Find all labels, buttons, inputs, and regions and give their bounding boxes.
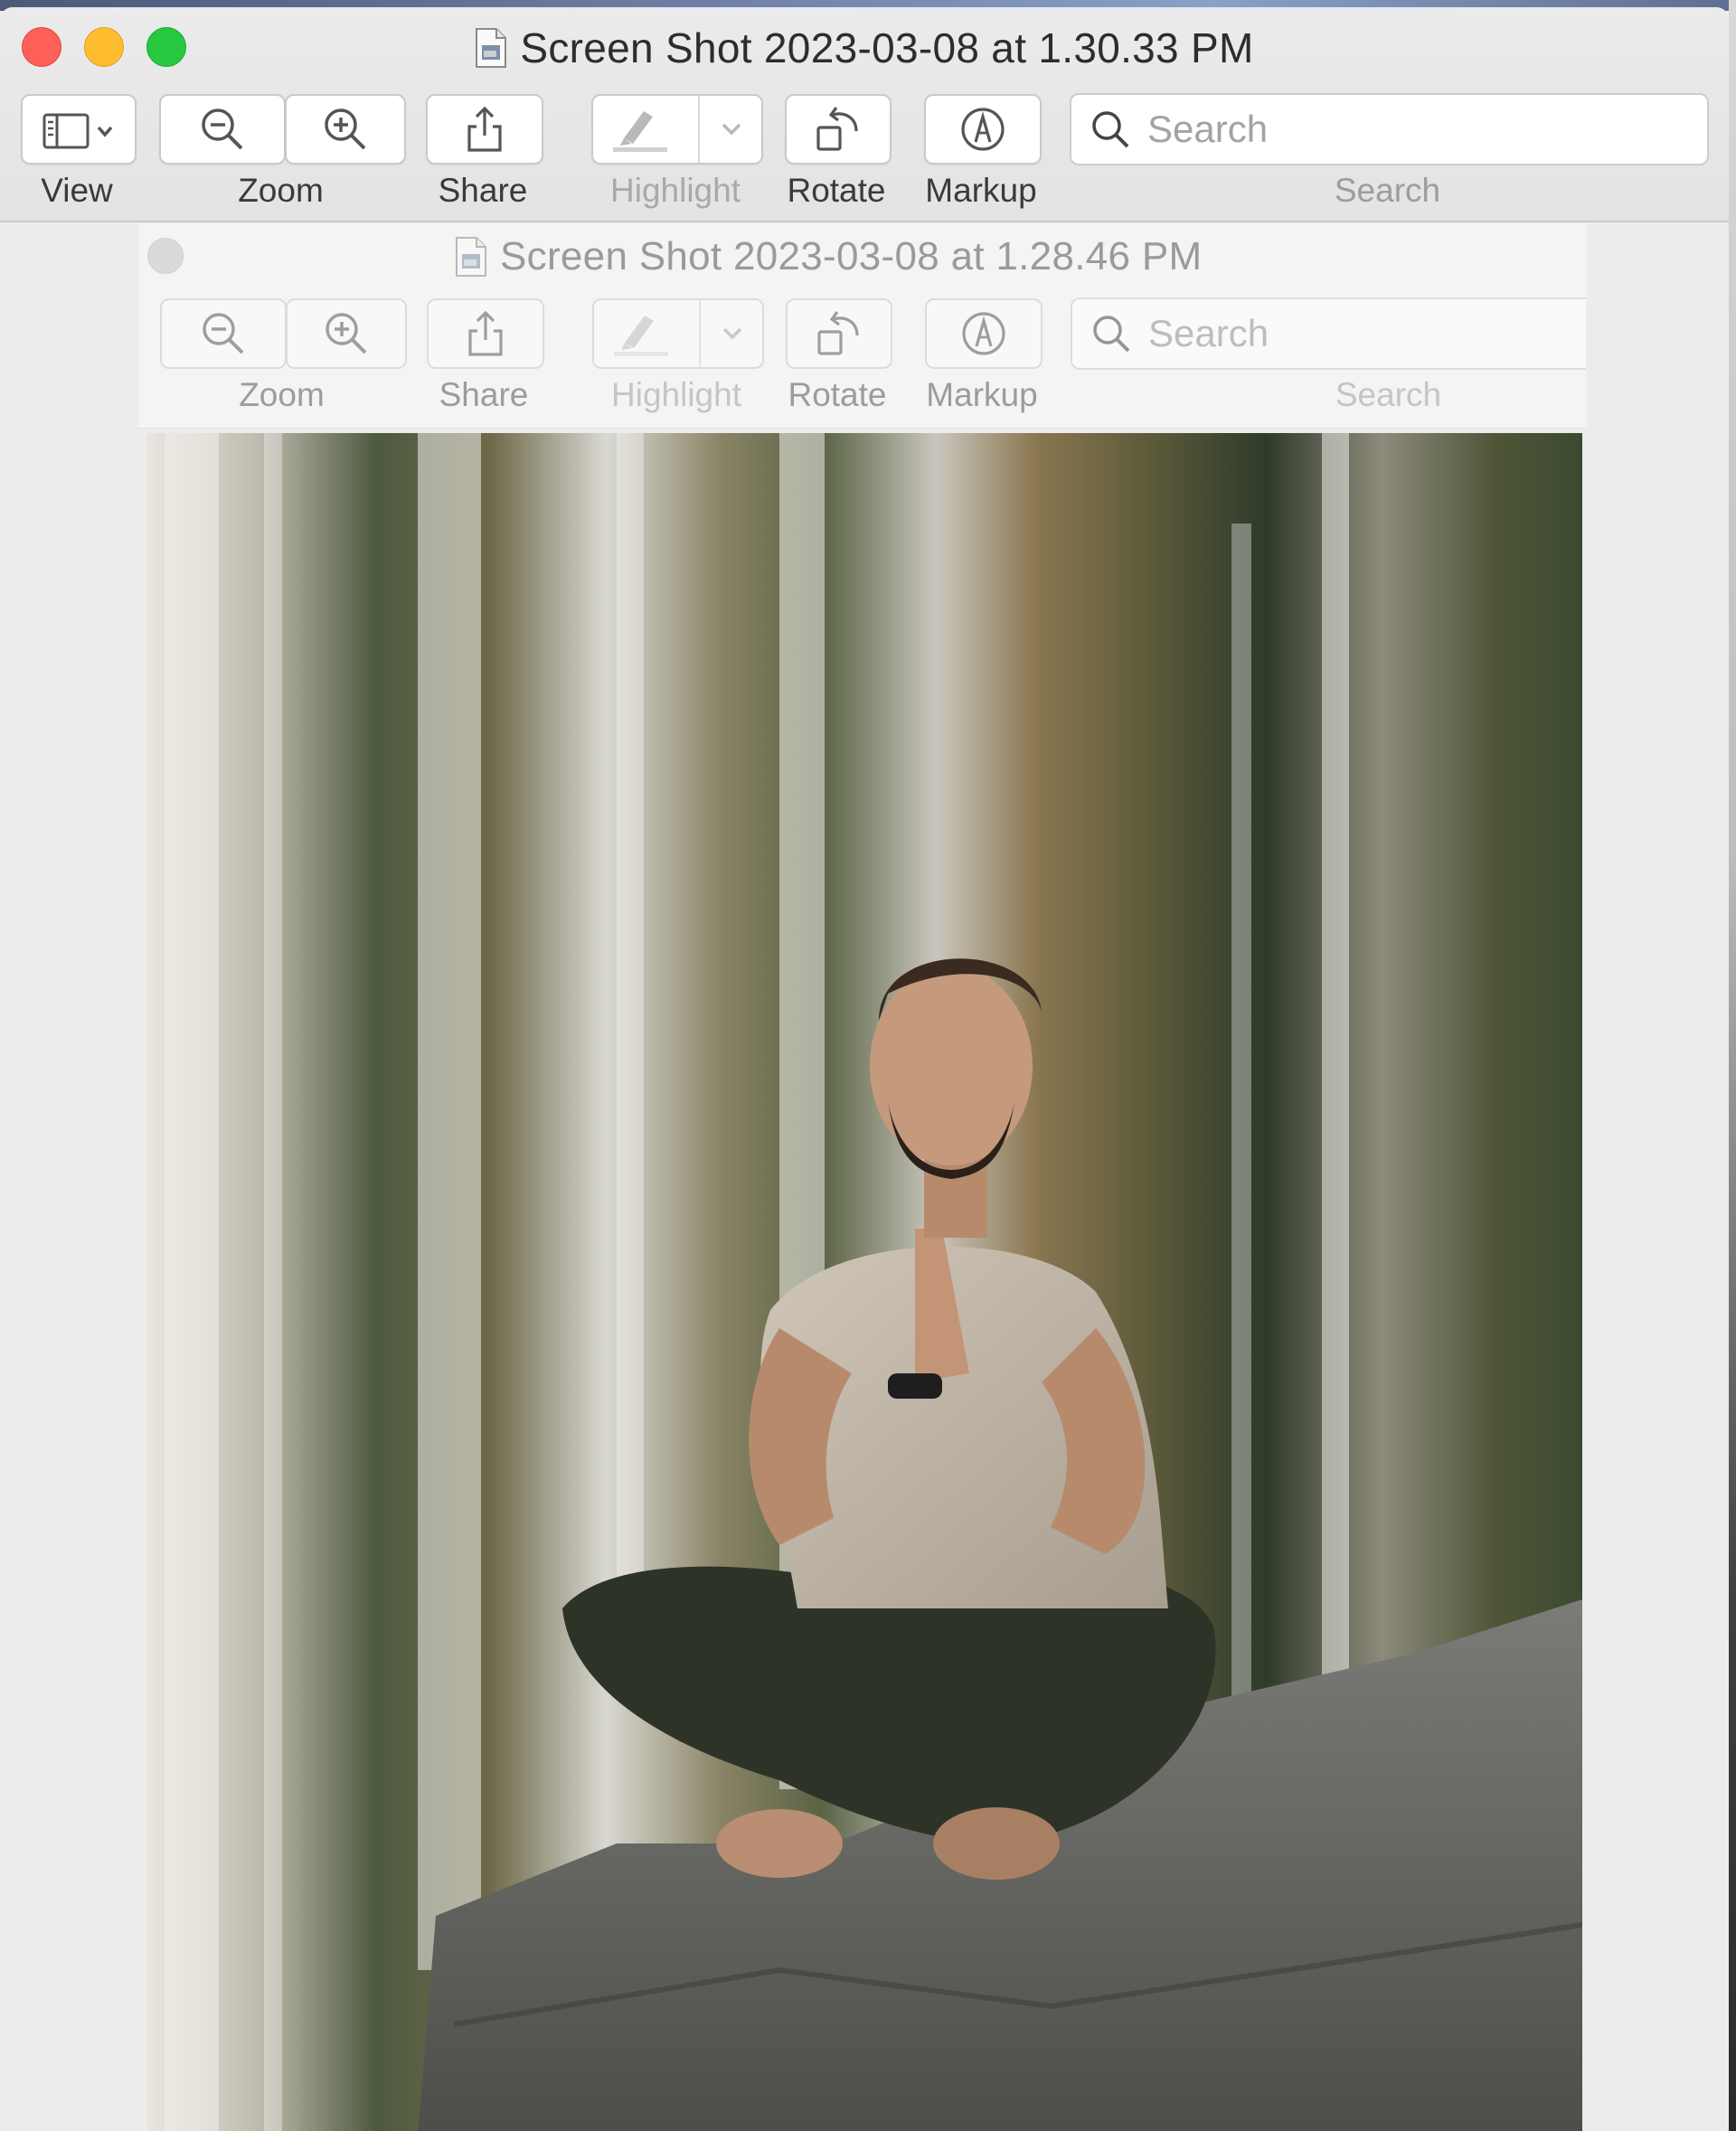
title-bar: Screen Shot 2023-03-08 at 1.30.33 PM — [0, 24, 1729, 78]
window-toolbar: Screen Shot 2023-03-08 at 1.30.33 PM Vie… — [0, 7, 1729, 222]
highlight-button[interactable] — [591, 94, 763, 165]
back-search-placeholder: Search — [1148, 312, 1269, 354]
sidebar-icon — [42, 113, 113, 149]
share-button[interactable] — [426, 94, 543, 165]
back-window-title: Screen Shot 2023-03-08 at 1.28.46 PM — [500, 234, 1203, 278]
back-window-toolbar: Screen Shot 2023-03-08 at 1.28.46 PM Zoo… — [138, 223, 1586, 429]
back-rotate-label: Rotate — [788, 376, 887, 413]
view-label: View — [41, 172, 113, 209]
highlighter-icon — [614, 316, 668, 356]
chevron-down-icon[interactable] — [719, 325, 746, 343]
back-markup-button[interactable] — [925, 298, 1043, 369]
back-zoom-out-button[interactable] — [160, 298, 287, 369]
highlighter-icon — [613, 111, 667, 152]
document-icon — [476, 28, 507, 68]
back-zoom-label: Zoom — [239, 376, 325, 413]
preview-window-back: Screen Shot 2023-03-08 at 1.28.46 PM Zoo… — [138, 223, 1586, 2131]
rotate-left-icon — [816, 107, 858, 151]
back-rotate-button[interactable] — [786, 298, 892, 369]
share-label: Share — [438, 172, 528, 209]
zoom-in-icon — [325, 108, 366, 150]
screen: Screen Shot 2023-03-08 at 1.30.33 PM Vie… — [0, 0, 1736, 2131]
meditation-photo — [146, 433, 1582, 2131]
view-button[interactable] — [21, 94, 137, 165]
back-share-label: Share — [439, 376, 529, 413]
share-icon — [468, 310, 503, 356]
rotate-left-icon — [817, 311, 859, 355]
markup-button[interactable] — [924, 94, 1042, 165]
markup-icon — [961, 108, 1005, 151]
back-title-bar: Screen Shot 2023-03-08 at 1.28.46 PM — [138, 234, 1586, 288]
search-field[interactable]: Search — [1070, 93, 1709, 165]
zoom-in-icon — [326, 313, 367, 354]
back-highlight-label: Highlight — [611, 376, 741, 413]
zoom-out-icon — [203, 313, 244, 354]
document-image — [146, 433, 1582, 2131]
chevron-down-icon[interactable] — [718, 120, 745, 138]
zoom-out-icon — [202, 108, 243, 150]
markup-icon — [962, 312, 1005, 355]
search-icon — [1092, 111, 1129, 148]
markup-label: Markup — [925, 172, 1037, 209]
zoom-label: Zoom — [238, 172, 324, 209]
rotate-label: Rotate — [787, 172, 886, 209]
search-placeholder: Search — [1147, 108, 1269, 150]
back-search-label: Search — [1335, 376, 1442, 413]
back-markup-label: Markup — [926, 376, 1038, 413]
zoom-out-button[interactable] — [159, 94, 286, 165]
back-highlight-button[interactable] — [592, 298, 764, 369]
highlight-label: Highlight — [610, 172, 741, 209]
back-search-field[interactable]: Search — [1071, 297, 1586, 370]
search-label: Search — [1334, 172, 1441, 209]
back-share-button[interactable] — [427, 298, 544, 369]
desktop-edge — [1729, 0, 1736, 2131]
zoom-in-button[interactable] — [285, 94, 406, 165]
share-icon — [467, 106, 502, 152]
search-icon — [1093, 316, 1130, 353]
preview-window-front: Screen Shot 2023-03-08 at 1.30.33 PM Vie… — [0, 7, 1729, 2131]
back-zoom-in-button[interactable] — [286, 298, 407, 369]
rotate-button[interactable] — [785, 94, 892, 165]
window-title: Screen Shot 2023-03-08 at 1.30.33 PM — [520, 24, 1254, 71]
document-icon — [456, 237, 486, 277]
